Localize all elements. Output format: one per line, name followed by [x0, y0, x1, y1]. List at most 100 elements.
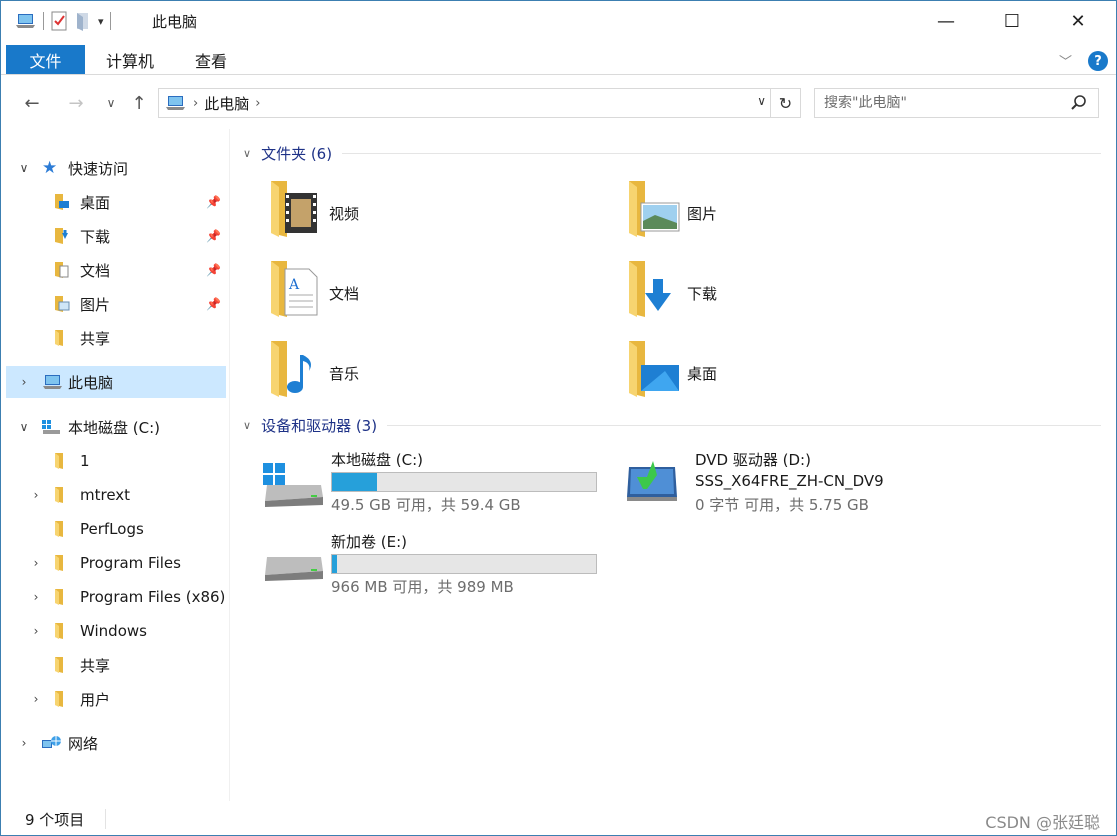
documents-folder-icon [55, 262, 69, 278]
drive-free-space: 966 MB 可用，共 989 MB [331, 578, 514, 596]
properties-icon[interactable] [50, 11, 68, 31]
nav-quick-item-downloads[interactable]: 下载 📌 [6, 220, 226, 252]
nav-quick-item-share[interactable]: 共享 [6, 322, 226, 354]
recent-locations-chevron-icon[interactable]: ∨ [99, 91, 123, 115]
new-folder-icon[interactable] [74, 11, 92, 31]
folder-icon [55, 589, 63, 605]
folder-tile-videos[interactable]: 视频 [267, 177, 607, 249]
pane-splitter[interactable] [229, 129, 230, 801]
tab-file[interactable]: 文件 [6, 45, 85, 75]
star-icon: ★ [42, 158, 58, 178]
search-box[interactable] [814, 88, 1099, 118]
network-icon [42, 736, 61, 748]
collapse-chevron-icon[interactable]: › [28, 692, 44, 706]
music-folder-icon [271, 341, 311, 397]
group-chevron-icon[interactable]: ∨ [243, 147, 251, 160]
folder-label: 文档 [329, 285, 360, 303]
expand-chevron-icon[interactable]: ∨ [16, 161, 32, 175]
nav-disk-item[interactable]: › Program Files (x86) [6, 581, 226, 613]
collapse-chevron-icon[interactable]: › [28, 556, 44, 570]
drive-name: DVD 驱动器 (D:) [695, 451, 811, 469]
folder-icon [55, 330, 63, 346]
forward-arrow-icon[interactable]: → [64, 91, 88, 115]
tab-view[interactable]: 查看 [181, 45, 241, 75]
folder-label: 图片 [687, 205, 718, 223]
tab-computer[interactable]: 计算机 [93, 45, 167, 75]
folder-tile-pictures[interactable]: 图片 [625, 177, 965, 249]
help-button[interactable]: ? [1088, 51, 1108, 71]
pin-icon[interactable]: 📌 [206, 297, 221, 311]
nav-label: 文档 [80, 261, 111, 280]
nav-disk-item[interactable]: 1 [6, 445, 226, 477]
nav-disk-item[interactable]: 共享 [6, 649, 226, 681]
folder-label: 音乐 [329, 365, 360, 383]
back-arrow-icon[interactable]: ← [20, 91, 44, 115]
group-divider [342, 152, 1101, 154]
nav-local-disk-c[interactable]: ∨ 本地磁盘 (C:) [6, 411, 226, 443]
collapse-chevron-icon[interactable]: › [16, 375, 32, 389]
drive-tile-e[interactable]: 新加卷 (E:) 966 MB 可用，共 989 MB [261, 531, 621, 601]
folder-tile-music[interactable]: 音乐 [267, 337, 607, 409]
collapse-chevron-icon[interactable]: › [28, 624, 44, 638]
collapse-chevron-icon[interactable]: › [28, 590, 44, 604]
pin-icon[interactable]: 📌 [206, 195, 221, 209]
folder-icon [55, 453, 63, 469]
refresh-icon[interactable]: ↻ [770, 89, 800, 117]
up-arrow-icon[interactable]: ↑ [127, 91, 151, 115]
folder-tile-desktop[interactable]: 桌面 [625, 337, 965, 409]
maximize-button[interactable]: ☐ [979, 1, 1045, 41]
breadcrumb-chevron-icon[interactable]: › [193, 96, 198, 111]
close-button[interactable]: ✕ [1045, 1, 1111, 41]
address-dropdown-icon[interactable]: ∨ [757, 94, 766, 108]
nav-quick-item-pictures[interactable]: 图片 📌 [6, 288, 226, 320]
customize-toolbar-icon[interactable]: ▾ [98, 15, 104, 28]
nav-disk-item[interactable]: › Program Files [6, 547, 226, 579]
nav-quick-item-documents[interactable]: 文档 📌 [6, 254, 226, 286]
nav-quick-item-desktop[interactable]: 桌面 📌 [6, 186, 226, 218]
nav-quick-access[interactable]: ∨ ★ 快速访问 [6, 152, 226, 184]
folders-group-header[interactable]: ∨ 文件夹 (6) [243, 141, 1101, 165]
toolbar-separator [43, 12, 44, 30]
folder-tile-documents[interactable]: A 文档 [267, 257, 607, 329]
item-count: 9 个项目 [25, 811, 85, 829]
nav-label: 此电脑 [68, 373, 114, 392]
computer-icon [166, 96, 185, 110]
nav-this-pc[interactable]: › 此电脑 [6, 366, 226, 398]
pin-icon[interactable]: 📌 [206, 263, 221, 277]
drive-usage-fill [332, 555, 338, 573]
folder-icon [55, 623, 63, 639]
nav-label: Windows [80, 622, 147, 640]
drive-usage-bar [331, 472, 597, 492]
search-input[interactable] [824, 95, 1064, 111]
collapse-chevron-icon[interactable]: › [16, 736, 32, 750]
drive-tile-d[interactable]: DVD 驱动器 (D:) SSS_X64FRE_ZH-CN_DV9 0 字节 可… [625, 449, 985, 519]
expand-ribbon-icon[interactable]: ﹀ [1059, 51, 1072, 70]
devices-group-header[interactable]: ∨ 设备和驱动器 (3) [243, 413, 1101, 437]
watermark: CSDN @张廷聪 [985, 813, 1100, 832]
folder-icon [55, 487, 63, 503]
explorer-window: ▾ 此电脑 — ☐ ✕ 文件 计算机 查看 ﹀ ? ← → ∨ ↑ › 此电脑 … [0, 0, 1117, 836]
nav-label: 桌面 [80, 193, 111, 212]
address-bar[interactable]: › 此电脑 › ∨ ↻ [158, 88, 801, 118]
nav-network[interactable]: › 网络 [6, 727, 226, 759]
drive-free-space: 0 字节 可用，共 5.75 GB [695, 496, 869, 514]
downloads-folder-icon [629, 261, 671, 317]
nav-disk-item[interactable]: › Windows [6, 615, 226, 647]
folder-tile-downloads[interactable]: 下载 [625, 257, 965, 329]
breadcrumb-this-pc[interactable]: 此电脑 [204, 93, 249, 114]
pin-icon[interactable]: 📌 [206, 229, 221, 243]
local-disk-icon [265, 557, 323, 581]
expand-chevron-icon[interactable]: ∨ [16, 420, 32, 434]
desktop-folder-icon [629, 341, 679, 397]
nav-disk-item[interactable]: PerfLogs [6, 513, 226, 545]
folder-label: 下载 [687, 285, 718, 303]
collapse-chevron-icon[interactable]: › [28, 488, 44, 502]
breadcrumb-chevron-icon[interactable]: › [255, 96, 260, 111]
search-icon[interactable] [1070, 93, 1088, 113]
group-chevron-icon[interactable]: ∨ [243, 419, 251, 432]
nav-label: 用户 [80, 690, 111, 709]
nav-disk-item[interactable]: › 用户 [6, 683, 226, 715]
drive-tile-c[interactable]: 本地磁盘 (C:) 49.5 GB 可用，共 59.4 GB [261, 449, 621, 519]
nav-disk-item[interactable]: › mtrext [6, 479, 226, 511]
minimize-button[interactable]: — [913, 1, 979, 41]
